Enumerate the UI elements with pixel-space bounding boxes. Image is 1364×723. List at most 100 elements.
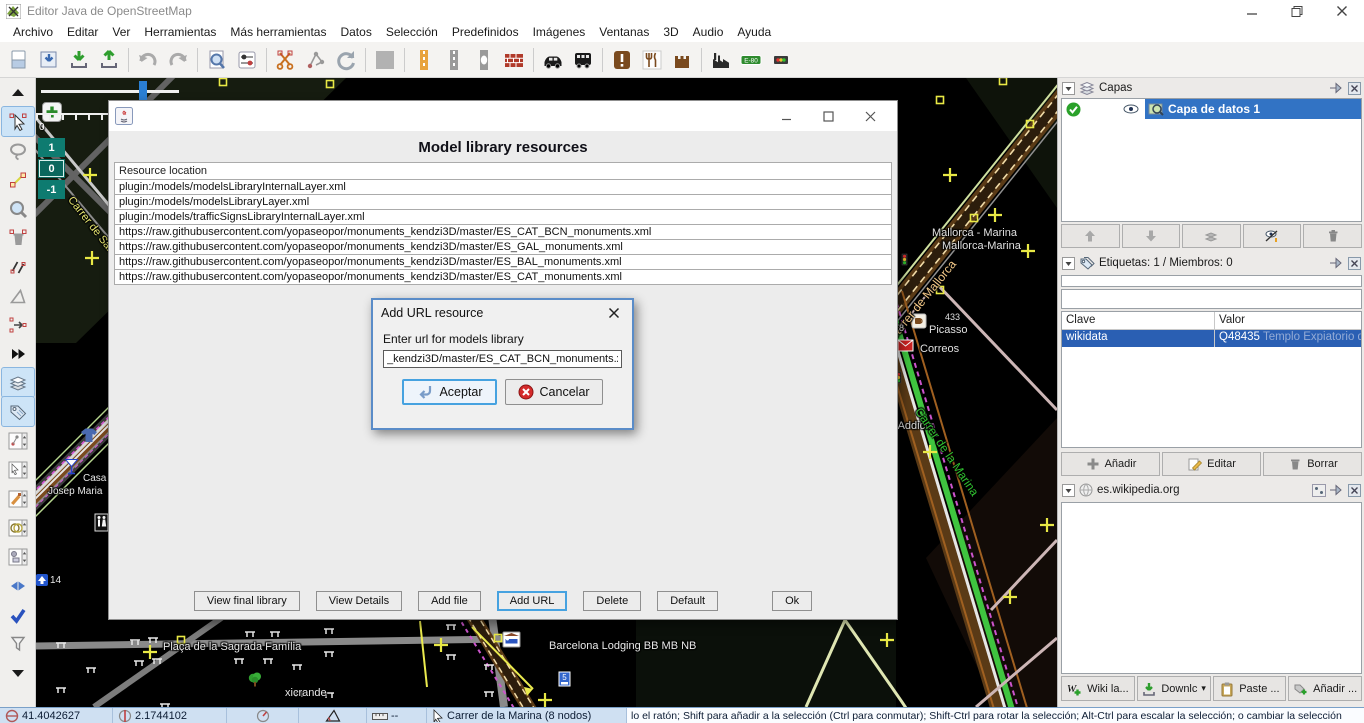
resource-row[interactable]: https://raw.githubusercontent.com/yopase… — [114, 239, 892, 255]
add-url-titlebar[interactable]: Add URL resource — [373, 300, 632, 326]
search-presets-icon[interactable] — [202, 45, 232, 75]
delete-tool-icon[interactable] — [2, 223, 34, 252]
delete-button[interactable]: Delete — [583, 591, 641, 611]
panel-menu-icon[interactable] — [1062, 82, 1075, 95]
scroll-up-icon[interactable] — [2, 78, 34, 107]
poi-castle-icon[interactable] — [667, 45, 697, 75]
blank-imagery-icon[interactable] — [370, 45, 400, 75]
layers-panel-toggle-icon[interactable] — [2, 368, 34, 397]
menu-selecci-n[interactable]: Selección — [379, 23, 445, 41]
level-button-0[interactable]: 0 — [38, 159, 65, 178]
preferences-icon[interactable] — [232, 45, 262, 75]
poi-restaurant-icon[interactable] — [637, 45, 667, 75]
add-file-button[interactable]: Add file — [418, 591, 481, 611]
road-motorway-icon[interactable] — [409, 45, 439, 75]
paste--wiki-button[interactable]: Paste ... — [1213, 676, 1287, 701]
scroll-down-icon[interactable] — [2, 658, 34, 687]
layer-visible-eye-icon[interactable] — [1123, 104, 1139, 114]
wiki-article-list[interactable] — [1061, 502, 1362, 674]
resource-row[interactable]: https://raw.githubusercontent.com/yopase… — [114, 224, 892, 240]
dialog-close-button[interactable] — [849, 102, 891, 130]
undo-icon[interactable] — [133, 45, 163, 75]
menu-herramientas[interactable]: Herramientas — [137, 23, 223, 41]
editar-tag-button[interactable]: Editar — [1162, 452, 1261, 476]
resource-row[interactable]: https://raw.githubusercontent.com/yopase… — [114, 269, 892, 285]
maximize-button[interactable] — [1274, 0, 1319, 22]
añadir--wiki-button[interactable]: Añadir ... — [1288, 676, 1362, 701]
añadir-tag-button[interactable]: Añadir — [1061, 452, 1160, 476]
sticky-pin-icon[interactable] — [1330, 257, 1344, 269]
new-file-icon[interactable] — [4, 45, 34, 75]
bus-icon[interactable] — [568, 45, 598, 75]
poi-factory-icon[interactable] — [706, 45, 736, 75]
tags-table[interactable]: Clave Valor wikidata Q48435 Templo Expia… — [1061, 311, 1362, 448]
downlc-wiki-button[interactable]: Downlc▾ — [1137, 676, 1211, 701]
menu-datos[interactable]: Datos — [333, 23, 378, 41]
accept-button[interactable]: Aceptar — [402, 379, 496, 405]
redo-icon[interactable] — [163, 45, 193, 75]
resource-row[interactable]: plugin:/models/trafficSignsLibraryIntern… — [114, 209, 892, 225]
sticky-pin-icon[interactable] — [1330, 484, 1344, 496]
level-button-1[interactable]: 1 — [38, 138, 65, 157]
tag-row[interactable]: wikidata Q48435 Templo Expiatorio de — [1062, 330, 1361, 347]
follow-line-tool-icon[interactable] — [2, 339, 34, 368]
selection-panel-icon[interactable] — [2, 455, 34, 484]
zoom-slider[interactable] — [41, 90, 179, 93]
menu-3d[interactable]: 3D — [656, 23, 685, 41]
parallel-tool-icon[interactable] — [2, 252, 34, 281]
dialog-maximize-button[interactable] — [807, 102, 849, 130]
draw-tool-icon[interactable] — [2, 165, 34, 194]
network-nodes-icon[interactable] — [301, 45, 331, 75]
add-url-button[interactable]: Add URL — [497, 591, 568, 611]
poi-warning-icon[interactable] — [607, 45, 637, 75]
panel-close-icon[interactable] — [1348, 82, 1361, 95]
move-layer-up-button[interactable] — [1061, 224, 1120, 248]
borrar-tag-button[interactable]: Borrar — [1263, 452, 1362, 476]
menu-archivo[interactable]: Archivo — [6, 23, 60, 41]
layer-row[interactable]: Capa de datos 1 — [1062, 99, 1361, 119]
car-icon[interactable] — [538, 45, 568, 75]
merge-layers-button[interactable] — [1182, 224, 1241, 248]
view-final-library-button[interactable]: View final library — [194, 591, 300, 611]
menu-im-genes[interactable]: Imágenes — [526, 23, 593, 41]
refresh-icon[interactable] — [331, 45, 361, 75]
styles-panel-icon[interactable] — [2, 484, 34, 513]
menu-predefinidos[interactable]: Predefinidos — [445, 23, 526, 41]
resource-row[interactable]: plugin:/models/modelsLibraryInternalLaye… — [114, 179, 892, 195]
validator-panel-icon[interactable] — [2, 600, 34, 629]
ok-button[interactable]: Ok — [772, 591, 812, 611]
road-crossing-icon[interactable] — [469, 45, 499, 75]
zoom-tool-icon[interactable] — [2, 194, 34, 223]
wiki-settings-icon[interactable] — [1312, 484, 1326, 497]
history-panel-icon[interactable] — [2, 513, 34, 542]
view-details-button[interactable]: View Details — [316, 591, 402, 611]
menu-ayuda[interactable]: Ayuda — [730, 23, 778, 41]
sign-e80-icon[interactable]: E-80 — [736, 45, 766, 75]
download-data-icon[interactable] — [64, 45, 94, 75]
conflict-panel-icon[interactable] — [2, 571, 34, 600]
move-layer-down-button[interactable] — [1122, 224, 1181, 248]
default-button[interactable]: Default — [657, 591, 718, 611]
menu-m-s-herramientas[interactable]: Más herramientas — [223, 23, 333, 41]
add-url-close-icon[interactable] — [604, 303, 624, 323]
url-input[interactable] — [383, 350, 622, 368]
panel-menu-icon[interactable] — [1062, 257, 1075, 270]
merge-tool-icon[interactable] — [2, 310, 34, 339]
panel-menu-icon[interactable] — [1062, 484, 1075, 497]
traffic-signal-mini-icon[interactable] — [766, 45, 796, 75]
lasso-tool-icon[interactable] — [2, 136, 34, 165]
minimize-button[interactable] — [1229, 0, 1274, 22]
filter-panel-icon[interactable] — [2, 629, 34, 658]
save-file-icon[interactable] — [34, 45, 64, 75]
resource-row[interactable]: plugin:/models/modelsLibraryLayer.xml — [114, 194, 892, 210]
toggle-visibility-button[interactable] — [1243, 224, 1302, 248]
layers-list[interactable]: Capa de datos 1 — [1061, 98, 1362, 222]
dialog-titlebar[interactable] — [109, 101, 897, 131]
menu-editar[interactable]: Editar — [60, 23, 105, 41]
menu-ver[interactable]: Ver — [105, 23, 137, 41]
layer-active-check-icon[interactable] — [1066, 102, 1081, 117]
zoom-slider-handle[interactable] — [139, 81, 147, 102]
panel-close-icon[interactable] — [1348, 484, 1361, 497]
panel-close-icon[interactable] — [1348, 257, 1361, 270]
shapes-panel-icon[interactable] — [2, 542, 34, 571]
